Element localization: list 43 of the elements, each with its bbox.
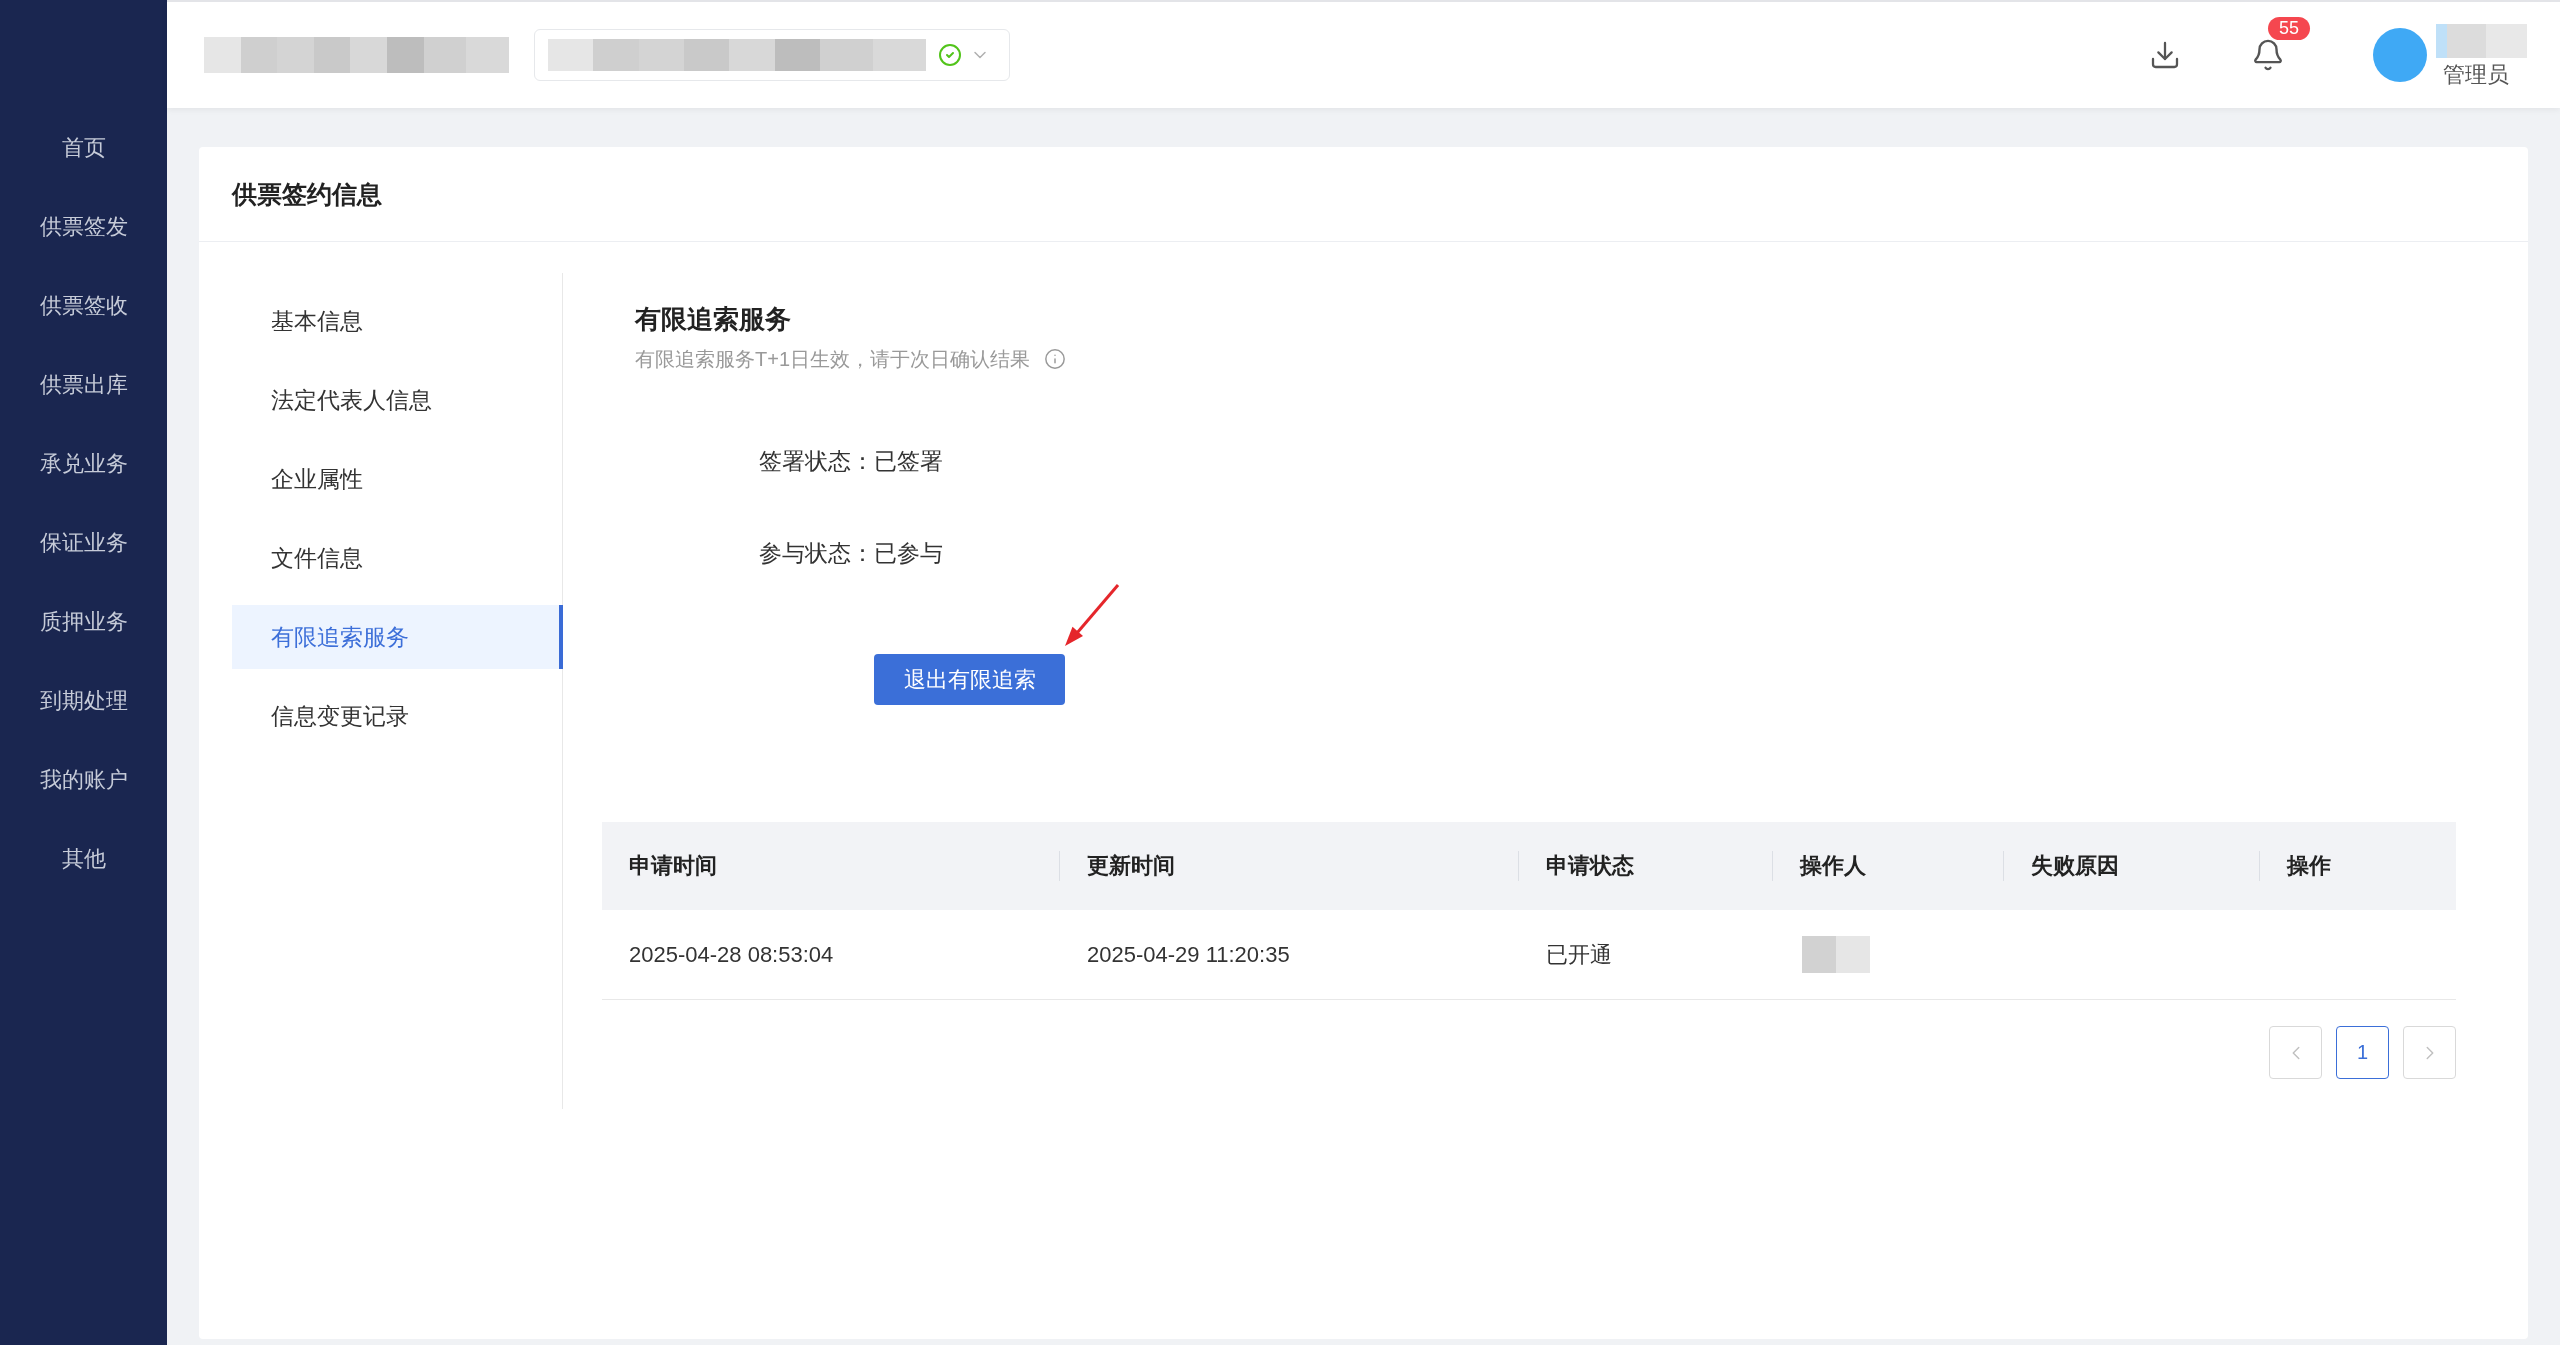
organization-select[interactable] bbox=[534, 29, 1010, 81]
sidebar-nav-item[interactable]: 到期处理 bbox=[0, 661, 167, 740]
side-tab[interactable]: 有限追索服务 bbox=[232, 605, 563, 669]
bell-icon[interactable] bbox=[2251, 38, 2285, 72]
user-role-label: 管理员 bbox=[2443, 61, 2509, 87]
sidebar-nav-item[interactable]: 质押业务 bbox=[0, 582, 167, 661]
sidebar-nav-item[interactable]: 我的账户 bbox=[0, 740, 167, 819]
section-title: 有限追索服务 bbox=[635, 303, 791, 336]
sidebar-nav-item[interactable]: 保证业务 bbox=[0, 503, 167, 582]
pointer-arrow-icon bbox=[1062, 584, 1120, 647]
side-tab[interactable]: 基本信息 bbox=[232, 289, 563, 353]
side-tab[interactable]: 信息变更记录 bbox=[232, 684, 563, 748]
sidebar-nav-item[interactable]: 首页 bbox=[0, 108, 167, 187]
sidebar-nav-item[interactable]: 供票出库 bbox=[0, 345, 167, 424]
column-header: 申请时间 bbox=[629, 852, 717, 880]
avatar-circle[interactable] bbox=[2373, 28, 2427, 82]
sidebar-nav-item[interactable]: 其他 bbox=[0, 819, 167, 898]
column-header: 更新时间 bbox=[1087, 852, 1175, 880]
table-cell: 2025-04-29 11:20:35 bbox=[1087, 941, 1290, 968]
column-header: 失败原因 bbox=[2031, 852, 2119, 880]
info-icon[interactable] bbox=[1044, 348, 1067, 370]
sidebar-nav-item[interactable]: 供票签发 bbox=[0, 187, 167, 266]
sidebar-nav-item[interactable]: 承兑业务 bbox=[0, 424, 167, 503]
table-cell-text: 已开通 bbox=[1546, 940, 1612, 969]
table-cell: 2025-04-28 08:53:04 bbox=[629, 941, 834, 968]
field-label: 签署状态： bbox=[759, 447, 874, 476]
page-title: 供票签约信息 bbox=[232, 178, 382, 210]
side-tab[interactable]: 文件信息 bbox=[232, 526, 563, 590]
column-header: 操作 bbox=[2287, 852, 2331, 880]
notification-badge: 55 bbox=[2268, 17, 2311, 40]
column-header: 申请状态 bbox=[1546, 852, 1634, 880]
side-tab[interactable]: 法定代表人信息 bbox=[232, 368, 563, 432]
check-circle-icon bbox=[938, 43, 962, 67]
side-tab[interactable]: 企业属性 bbox=[232, 447, 563, 511]
page-button[interactable]: 1 bbox=[2336, 1026, 2389, 1079]
column-header: 操作人 bbox=[1800, 852, 1866, 880]
sidebar-nav-item[interactable]: 供票签收 bbox=[0, 266, 167, 345]
download-icon[interactable] bbox=[2149, 39, 2181, 71]
field-value: 已参与 bbox=[874, 539, 943, 568]
hint-text: 有限追索服务T+1日生效，请于次日确认结果 bbox=[635, 347, 1031, 372]
field-value: 已签署 bbox=[874, 447, 943, 476]
field-label: 参与状态： bbox=[759, 539, 874, 568]
exit-button[interactable]: 退出有限追索 bbox=[874, 654, 1065, 705]
